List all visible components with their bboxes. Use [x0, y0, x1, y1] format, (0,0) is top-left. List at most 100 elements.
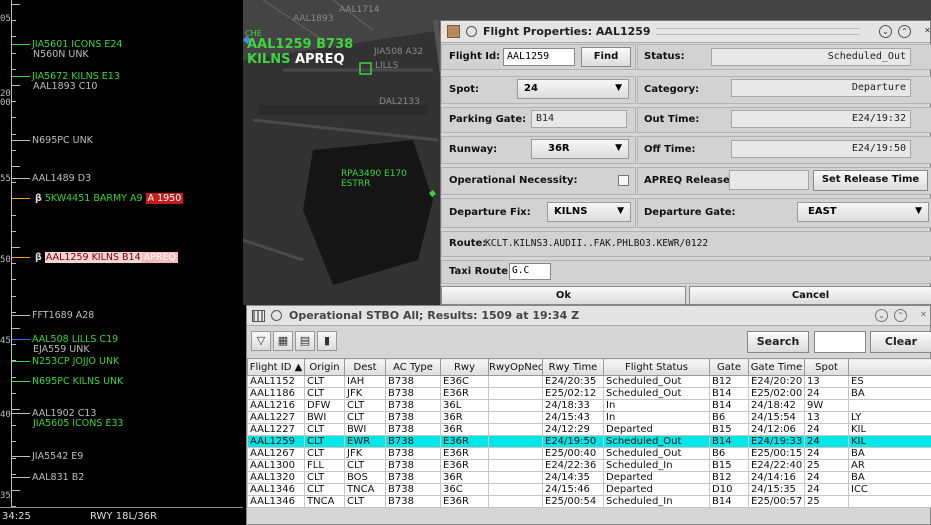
table-cell[interactable]: ICC: [848, 483, 931, 496]
table-cell[interactable]: CLT: [344, 495, 386, 508]
table-cell[interactable]: B12: [709, 375, 749, 388]
table-cell[interactable]: TNCA: [344, 483, 386, 496]
table-cell[interactable]: E36C: [440, 375, 489, 388]
set-release-time-button[interactable]: Set Release Time: [813, 170, 928, 191]
circle-icon[interactable]: [271, 310, 282, 321]
table-cell[interactable]: E24/19:50: [542, 435, 604, 448]
table-cell[interactable]: Scheduled_Out: [603, 435, 710, 448]
table-cell[interactable]: B738: [385, 411, 441, 424]
table-cell[interactable]: AAL1320: [247, 471, 305, 484]
timeline-flight[interactable]: EJA559 UNK: [33, 345, 90, 355]
table-cell[interactable]: B15: [709, 459, 749, 472]
table-cell[interactable]: BA: [848, 471, 931, 484]
table-cell[interactable]: B738: [385, 447, 441, 460]
taxi-route-input[interactable]: G.C: [509, 263, 551, 280]
table-cell[interactable]: [488, 447, 543, 460]
table-row[interactable]: AAL1227 BWI CLT B738 36R 24/15:43 In B6 24/15:54…: [247, 411, 931, 424]
timeline-flight[interactable]: JIA5605 ICONS E33: [33, 419, 123, 429]
map-aircraft-tag[interactable]: AAL1714: [339, 5, 379, 15]
table-cell[interactable]: TNCA: [304, 495, 345, 508]
table-cell[interactable]: 24: [804, 471, 849, 484]
table-cell[interactable]: 24/15:35: [748, 483, 805, 496]
timeline-flight[interactable]: FFT1689 A28: [12, 311, 94, 321]
table-cell[interactable]: JFK: [344, 447, 386, 460]
table-cell[interactable]: FLL: [304, 459, 345, 472]
table-cell[interactable]: AAL1227: [247, 423, 305, 436]
table-cell[interactable]: 36R: [440, 471, 489, 484]
timeline-flight[interactable]: JIA5542 E9: [12, 452, 83, 462]
table-cell[interactable]: In: [603, 411, 710, 424]
table-cell[interactable]: E36R: [440, 435, 489, 448]
table-cell[interactable]: BWI: [304, 411, 345, 424]
table-cell[interactable]: CLT: [304, 483, 345, 496]
table-cell[interactable]: [488, 483, 543, 496]
table-cell[interactable]: 24: [804, 423, 849, 436]
table-cell[interactable]: AAL1346: [247, 495, 305, 508]
map-aircraft-tag[interactable]: DAL2133: [379, 97, 420, 107]
table-cell[interactable]: 13: [804, 411, 849, 424]
table-cell[interactable]: IAH: [344, 375, 386, 388]
table-cell[interactable]: BWI: [344, 423, 386, 436]
table-cell[interactable]: 9W: [804, 399, 849, 412]
table-cell[interactable]: In: [603, 399, 710, 412]
table-cell[interactable]: 24: [804, 387, 849, 400]
table-cell[interactable]: [488, 375, 543, 388]
clipboard-icon[interactable]: ▮: [317, 331, 337, 351]
table-cell[interactable]: 13: [804, 375, 849, 388]
table-row[interactable]: AAL1216 DFW CLT B738 36L 24/18:33 In B14 24/18:4…: [247, 399, 931, 412]
filter-icon[interactable]: ▽: [251, 331, 271, 351]
col-more[interactable]: [848, 358, 931, 376]
table-cell[interactable]: AAL1300: [247, 459, 305, 472]
col-rwy-time[interactable]: Rwy Time: [542, 358, 604, 376]
table-cell[interactable]: DFW: [304, 399, 345, 412]
table-row[interactable]: AAL1267 CLT JFK B738 E36R E25/00:40 Scheduled_…: [247, 447, 931, 460]
table-cell[interactable]: [488, 495, 543, 508]
table-cell[interactable]: Departed: [603, 423, 710, 436]
table-row-selected[interactable]: AAL1259 CLT EWR B738 E36R E24/19:50 Scheduled_…: [247, 435, 931, 448]
table-cell[interactable]: CLT: [304, 447, 345, 460]
col-origin[interactable]: Origin: [304, 358, 345, 376]
table-cell[interactable]: E24/22:36: [542, 459, 604, 472]
table-cell[interactable]: B738: [385, 459, 441, 472]
table-cell[interactable]: 25: [804, 495, 849, 508]
table-cell[interactable]: D10: [709, 483, 749, 496]
table-cell[interactable]: CLT: [304, 471, 345, 484]
departure-gate-select[interactable]: EAST ▼: [797, 202, 929, 222]
table-row[interactable]: AAL1152 CLT IAH B738 E36C E24/20:35 Scheduled_…: [247, 375, 931, 388]
col-flight-status[interactable]: Flight Status: [603, 358, 710, 376]
table-cell[interactable]: B14: [709, 435, 749, 448]
table-cell[interactable]: AAL1259: [247, 435, 305, 448]
table-cell[interactable]: B738: [385, 387, 441, 400]
col-gate-time[interactable]: Gate Time: [748, 358, 805, 376]
runway-select[interactable]: 36R ▼: [531, 139, 629, 159]
map-aircraft-tag[interactable]: LILLS: [375, 61, 398, 71]
flight-id-input[interactable]: AAL1259: [503, 48, 575, 66]
table-cell[interactable]: CLT: [344, 399, 386, 412]
route-field[interactable]: KCLT.KILNS3.AUDII..FAK.PHLBO3.KEWR/0122: [485, 238, 708, 249]
table-row[interactable]: AAL1346 TNCA CLT B738 E36R E25/00:54 Scheduled…: [247, 495, 931, 508]
table-cell[interactable]: 24: [804, 447, 849, 460]
timeline-flight[interactable]: AAL831 B2: [12, 473, 84, 483]
find-button[interactable]: Find: [581, 47, 631, 67]
table-cell[interactable]: B6: [709, 411, 749, 424]
departure-fix-select[interactable]: KILNS ▼: [547, 202, 631, 222]
table-cell[interactable]: AAL1267: [247, 447, 305, 460]
table-cell[interactable]: 24/15:54: [748, 411, 805, 424]
timeline-flight[interactable]: AAL1893 C10: [33, 82, 97, 92]
timeline-flight-selected[interactable]: β AAL1259 KILNS B14 APREQ: [12, 252, 178, 263]
map-aircraft-tag[interactable]: RPA3490 E170: [341, 169, 407, 179]
table-row[interactable]: AAL1320 CLT BOS B738 36R 24/14:35 Departed B12 2…: [247, 471, 931, 484]
col-rwy-op-nec[interactable]: RwyOpNec: [488, 358, 543, 376]
col-gate[interactable]: Gate: [709, 358, 749, 376]
table-cell[interactable]: AAL1152: [247, 375, 305, 388]
table-cell[interactable]: E25/00:15: [748, 447, 805, 460]
table-cell[interactable]: 24/12:06: [748, 423, 805, 436]
table-cell[interactable]: Departed: [603, 483, 710, 496]
table-cell[interactable]: AAL1346: [247, 483, 305, 496]
map-datablock-callsign[interactable]: AAL1259 B738: [247, 37, 353, 52]
table-cell[interactable]: E25/00:57: [748, 495, 805, 508]
table-cell[interactable]: BOS: [344, 471, 386, 484]
table-cell[interactable]: CLT: [304, 387, 345, 400]
circle-icon[interactable]: [466, 26, 477, 37]
ops-titlebar[interactable]: Operational STBO All; Results: 1509 at 1…: [247, 306, 930, 326]
